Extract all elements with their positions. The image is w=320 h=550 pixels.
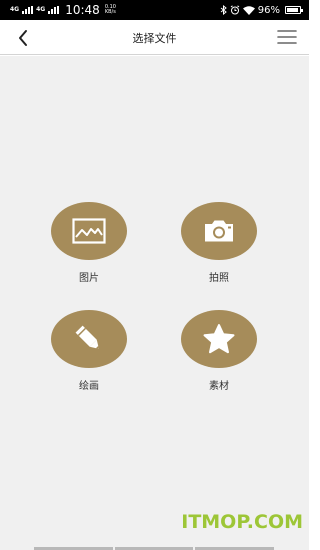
option-drawing-label: 绘画 <box>79 381 99 392</box>
content-area: 图片 拍照 绘画 素材 <box>0 56 309 550</box>
status-left: 4G 4G 10:48 0.10 KB/s <box>10 3 116 17</box>
signal-2-icon <box>48 6 60 14</box>
option-camera-circle[interactable] <box>181 202 257 260</box>
battery-percent: 96% <box>257 4 280 16</box>
option-material-circle[interactable] <box>181 310 257 368</box>
watermark: ITMOP.COM <box>181 511 303 533</box>
menu-button[interactable] <box>277 29 297 45</box>
option-drawing[interactable]: 绘画 <box>44 310 134 392</box>
network-speed-unit: KB/s <box>104 9 116 15</box>
camera-icon <box>205 220 233 242</box>
network-type-2: 4G <box>36 6 46 13</box>
option-camera[interactable]: 拍照 <box>174 202 264 284</box>
pencil-icon <box>75 325 99 349</box>
option-material-label: 素材 <box>209 381 229 392</box>
image-icon <box>72 218 106 244</box>
page-title: 选择文件 <box>132 32 177 45</box>
option-camera-label: 拍照 <box>209 273 229 284</box>
star-icon <box>203 324 235 354</box>
clock: 10:48 <box>65 3 100 17</box>
alarm-icon <box>230 5 240 15</box>
battery-icon <box>285 6 303 14</box>
bluetooth-icon <box>220 5 227 15</box>
status-right: 96% <box>220 4 303 16</box>
nav-bar: 选择文件 <box>0 20 309 55</box>
option-picture-circle[interactable] <box>51 202 127 260</box>
option-picture-label: 图片 <box>79 273 99 284</box>
network-speed: 0.10 KB/s <box>105 5 116 15</box>
wifi-icon <box>242 5 255 15</box>
option-material[interactable]: 素材 <box>174 310 264 392</box>
network-type-1: 4G <box>10 6 20 13</box>
status-bar: 4G 4G 10:48 0.10 KB/s 96% <box>0 0 309 20</box>
hamburger-menu-icon <box>277 30 297 44</box>
option-picture[interactable]: 图片 <box>44 202 134 284</box>
signal-1-icon <box>22 6 34 14</box>
option-drawing-circle[interactable] <box>51 310 127 368</box>
